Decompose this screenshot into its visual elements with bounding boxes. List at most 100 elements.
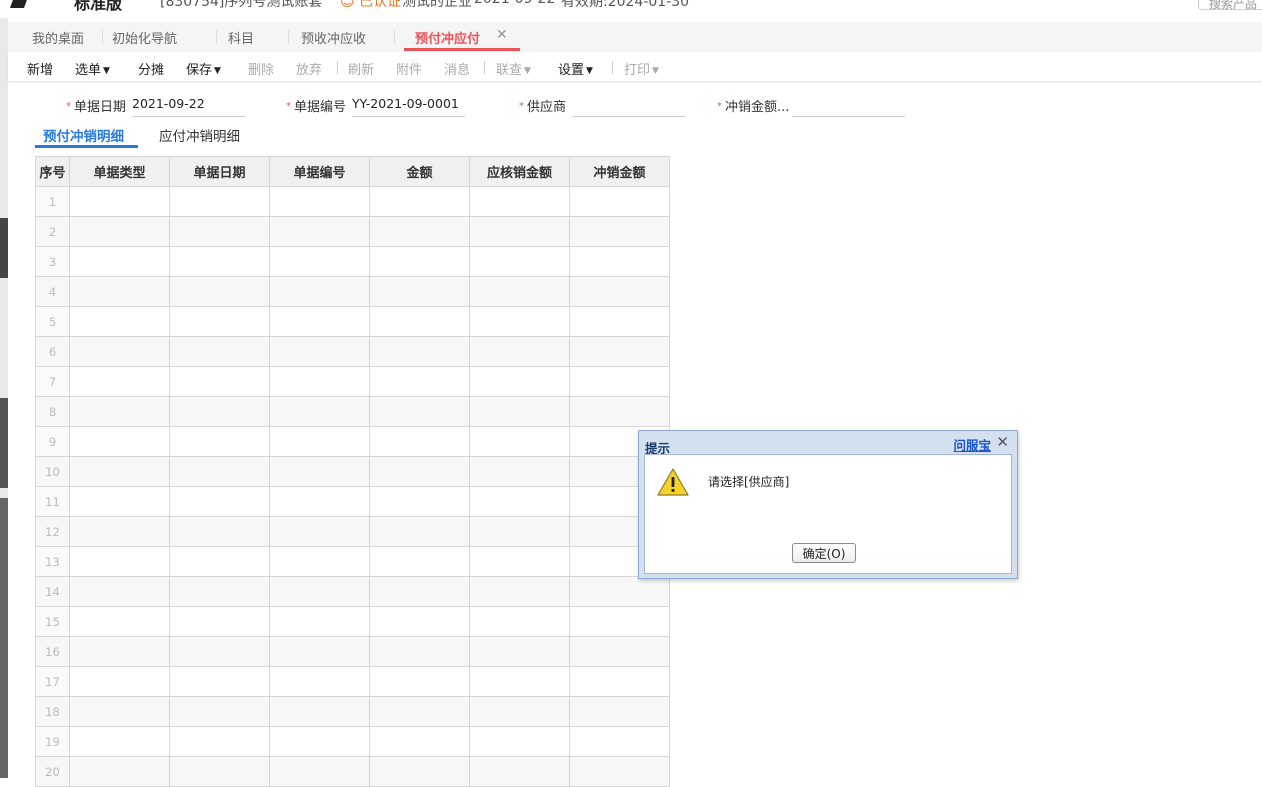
grid-cell[interactable] <box>169 666 270 697</box>
grid-cell[interactable] <box>569 396 670 427</box>
grid-cell[interactable] <box>469 576 570 607</box>
ok-button[interactable]: 确定(O) <box>792 543 856 563</box>
grid-cell[interactable] <box>469 546 570 577</box>
table-row[interactable]: 1 <box>35 186 670 217</box>
grid-cell[interactable] <box>469 396 570 427</box>
grid-cell[interactable] <box>469 516 570 547</box>
help-link[interactable]: 问服宝 <box>953 435 991 454</box>
grid-cell[interactable] <box>469 606 570 637</box>
col-header-doc-type[interactable]: 单据类型 <box>69 156 170 187</box>
doc-date-input[interactable]: 2021-09-22 <box>132 96 245 117</box>
grid-cell[interactable] <box>369 336 470 367</box>
grid-cell[interactable] <box>469 276 570 307</box>
grid-cell[interactable] <box>269 546 370 577</box>
print-button[interactable]: 打印 ▼ <box>624 59 659 78</box>
grid-cell[interactable] <box>169 636 270 667</box>
message-button[interactable]: 消息 <box>444 59 470 78</box>
delete-button[interactable]: 删除 <box>248 59 274 78</box>
grid-cell[interactable] <box>69 276 170 307</box>
table-row[interactable]: 3 <box>35 246 670 277</box>
grid-cell[interactable] <box>569 336 670 367</box>
grid-cell[interactable] <box>169 216 270 247</box>
grid-cell[interactable] <box>269 486 370 517</box>
subtab-payable-detail[interactable]: 应付冲销明细 <box>159 125 240 145</box>
table-row[interactable]: 6 <box>35 336 670 367</box>
refresh-button[interactable]: 刷新 <box>348 59 374 78</box>
grid-cell[interactable] <box>69 216 170 247</box>
grid-cell[interactable] <box>269 186 370 217</box>
grid-cell[interactable] <box>469 666 570 697</box>
grid-cell[interactable] <box>269 636 370 667</box>
grid-cell[interactable] <box>69 516 170 547</box>
grid-cell[interactable] <box>69 396 170 427</box>
grid-cell[interactable] <box>469 756 570 787</box>
col-header-due-amount[interactable]: 应核销金额 <box>469 156 570 187</box>
grid-cell[interactable] <box>569 576 670 607</box>
grid-cell[interactable] <box>69 456 170 487</box>
table-row[interactable]: 4 <box>35 276 670 307</box>
grid-cell[interactable] <box>169 516 270 547</box>
grid-cell[interactable] <box>569 606 670 637</box>
grid-cell[interactable] <box>69 696 170 727</box>
offset-amount-input[interactable] <box>792 96 905 117</box>
subtab-prepay-detail[interactable]: 预付冲销明细 <box>43 125 124 145</box>
grid-cell[interactable] <box>369 636 470 667</box>
grid-cell[interactable] <box>369 756 470 787</box>
grid-cell[interactable] <box>169 606 270 637</box>
grid-cell[interactable] <box>369 246 470 277</box>
grid-cell[interactable] <box>469 636 570 667</box>
grid-cell[interactable] <box>269 426 370 457</box>
grid-cell[interactable] <box>269 396 370 427</box>
grid-cell[interactable] <box>369 306 470 337</box>
table-row[interactable]: 16 <box>35 636 670 667</box>
grid-cell[interactable] <box>469 456 570 487</box>
table-row[interactable]: 2 <box>35 216 670 247</box>
grid-cell[interactable] <box>69 756 170 787</box>
grid-cell[interactable] <box>69 306 170 337</box>
grid-cell[interactable] <box>169 486 270 517</box>
attachment-button[interactable]: 附件 <box>396 59 422 78</box>
query-button[interactable]: 联查 ▼ <box>496 59 531 78</box>
col-header-doc-date[interactable]: 单据日期 <box>169 156 270 187</box>
grid-cell[interactable] <box>369 396 470 427</box>
grid-cell[interactable] <box>569 246 670 277</box>
grid-cell[interactable] <box>569 636 670 667</box>
grid-cell[interactable] <box>169 396 270 427</box>
grid-cell[interactable] <box>369 486 470 517</box>
grid-cell[interactable] <box>269 726 370 757</box>
grid-cell[interactable] <box>169 756 270 787</box>
grid-cell[interactable] <box>169 726 270 757</box>
settings-button[interactable]: 设置 ▼ <box>558 59 593 78</box>
tab-prereceive-offset[interactable]: 预收冲应收 <box>301 28 366 47</box>
grid-cell[interactable] <box>369 666 470 697</box>
tab-accounts[interactable]: 科目 <box>228 28 254 47</box>
grid-cell[interactable] <box>169 336 270 367</box>
grid-cell[interactable] <box>269 516 370 547</box>
col-header-offset-amount[interactable]: 冲销金额 <box>569 156 670 187</box>
grid-cell[interactable] <box>269 336 370 367</box>
doc-no-input[interactable]: YY-2021-09-0001 <box>352 96 465 117</box>
close-icon[interactable]: ✕ <box>496 27 508 43</box>
grid-cell[interactable] <box>469 726 570 757</box>
grid-cell[interactable] <box>169 456 270 487</box>
grid-cell[interactable] <box>369 276 470 307</box>
grid-cell[interactable] <box>169 276 270 307</box>
table-row[interactable]: 8 <box>35 396 670 427</box>
tab-init-guide[interactable]: 初始化导航 <box>112 28 177 47</box>
select-button[interactable]: 选单 ▼ <box>75 59 110 78</box>
grid-cell[interactable] <box>369 216 470 247</box>
account-name[interactable]: [830754]序列号测试账套 <box>160 0 322 11</box>
grid-cell[interactable] <box>469 306 570 337</box>
grid-cell[interactable] <box>269 246 370 277</box>
grid-cell[interactable] <box>369 726 470 757</box>
grid-cell[interactable] <box>269 666 370 697</box>
grid-cell[interactable] <box>69 186 170 217</box>
grid-cell[interactable] <box>469 186 570 217</box>
table-row[interactable]: 14 <box>35 576 670 607</box>
grid-cell[interactable] <box>469 336 570 367</box>
table-row[interactable]: 9 <box>35 426 670 457</box>
grid-cell[interactable] <box>569 666 670 697</box>
grid-cell[interactable] <box>569 366 670 397</box>
save-button[interactable]: 保存 ▼ <box>186 59 221 78</box>
table-row[interactable]: 10 <box>35 456 670 487</box>
